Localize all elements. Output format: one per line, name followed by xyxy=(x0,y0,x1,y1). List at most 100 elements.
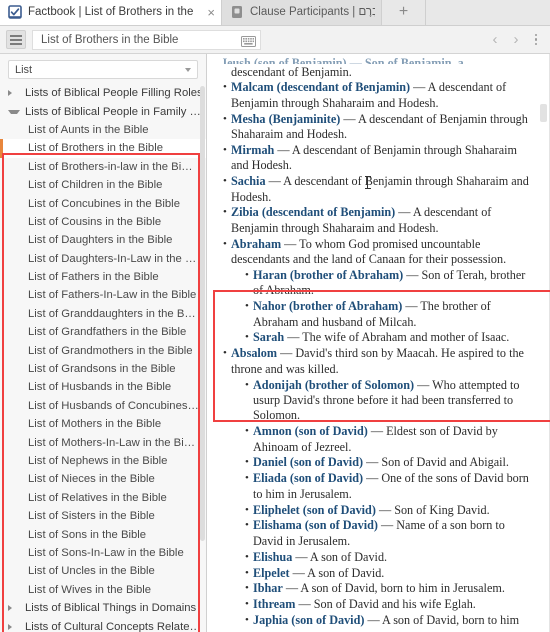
bullet-icon: • xyxy=(245,268,249,281)
sidebar-item-list-of-cousins-in-the-bible[interactable]: List of Cousins in the Bible xyxy=(0,213,206,231)
chevron-right-icon[interactable] xyxy=(8,623,20,630)
tree-toggle[interactable] xyxy=(8,605,20,612)
chevron-right-icon[interactable] xyxy=(8,90,20,97)
entry-link[interactable]: Nahor (brother of Abraham) xyxy=(253,299,402,313)
sidebar-item-list-of-fathers-in-the-bible[interactable]: List of Fathers in the Bible xyxy=(0,268,206,286)
sidebar-item-list-of-concubines-in-the-bible[interactable]: List of Concubines in the Bible xyxy=(0,194,206,212)
entry-text: Adonijah (brother of Solomon) — Who atte… xyxy=(253,378,534,424)
sidebar-item-list-of-children-in-the-bible[interactable]: List of Children in the Bible xyxy=(0,176,206,194)
address-input[interactable]: List of Brothers in the Bible xyxy=(41,34,241,46)
entry-link[interactable]: Adonijah (brother of Solomon) xyxy=(253,378,414,392)
sidebar-item-list-of-mothers-in-law-in-the-bi[interactable]: List of Mothers-In-Law in the Bi… xyxy=(0,433,206,451)
sidebar-item-label: List of Uncles in the Bible xyxy=(28,565,155,578)
entry-link[interactable]: Ibhar xyxy=(253,581,283,595)
hamburger-icon[interactable] xyxy=(6,30,26,49)
sidebar-item-list-of-aunts-in-the-bible[interactable]: List of Aunts in the Bible xyxy=(0,121,206,139)
sidebar-item-lists-of-biblical-things-in-domains[interactable]: Lists of Biblical Things in Domains xyxy=(0,599,206,617)
sidebar-item-label: List of Concubines in the Bible xyxy=(28,197,180,210)
entry-link[interactable]: Eliada (son of David) xyxy=(253,471,363,485)
sidebar-item-list-of-husbands-in-the-bible[interactable]: List of Husbands in the Bible xyxy=(0,378,206,396)
sidebar-item-list-of-husbands-of-concubines[interactable]: List of Husbands of Concubines… xyxy=(0,397,206,415)
entry-text: Eliada (son of David) — One of the sons … xyxy=(253,471,534,502)
entry-link[interactable]: Absalom xyxy=(231,346,277,360)
list-item: • Ithream — Son of David and his wife Egl… xyxy=(221,597,534,612)
tab-bar: Factbook | List of Brothers in the Bible… xyxy=(0,0,550,26)
more-vertical-icon[interactable] xyxy=(530,33,545,46)
list-type-dropdown[interactable]: List xyxy=(8,60,198,79)
sidebar-item-list-of-mothers-in-the-bible[interactable]: List of Mothers in the Bible xyxy=(0,415,206,433)
entry-link[interactable]: Japhia (son of David) xyxy=(253,613,364,627)
entry-link[interactable]: Sachia xyxy=(231,174,266,188)
entry-description: descendant of Benjamin. xyxy=(231,64,352,79)
entry-link[interactable]: Malcam (descendant of Benjamin) xyxy=(231,80,410,94)
entry-link[interactable]: Ithream xyxy=(253,597,295,611)
entry-link[interactable]: Sarah xyxy=(253,330,284,344)
list-item: • Absalom — David's third son by Maacah. … xyxy=(221,346,534,377)
entry-link[interactable]: Eliphelet (son of David) xyxy=(253,503,376,517)
sidebar-tree[interactable]: Lists of Biblical People Filling Roles Li… xyxy=(0,84,206,632)
sidebar-item-label: List of Granddaughters in the B… xyxy=(28,307,196,320)
tab-factbook[interactable]: Factbook | List of Brothers in the Bible… xyxy=(0,0,222,25)
sidebar-item-label: List of Sisters in the Bible xyxy=(28,510,155,523)
chevron-right-icon[interactable] xyxy=(8,605,20,612)
content-scrollbar[interactable] xyxy=(540,104,547,122)
content-pane[interactable]: Jeush (son of Benjamin) — Son of Benjami… xyxy=(207,54,550,632)
sidebar-item-label: List of Mothers in the Bible xyxy=(28,418,162,431)
main-body: List Lists of Biblical People Filling Ro… xyxy=(0,54,550,632)
sidebar-item-list-of-nieces-in-the-bible[interactable]: List of Nieces in the Bible xyxy=(0,470,206,488)
tree-toggle[interactable] xyxy=(8,109,20,114)
sidebar-item-list-of-uncles-in-the-bible[interactable]: List of Uncles in the Bible xyxy=(0,562,206,580)
entry-description: — A son of David. xyxy=(292,549,388,564)
entry-link[interactable]: Mesha (Benjaminite) xyxy=(231,112,340,126)
sidebar-item-list-of-fathers-in-law-in-the-bible[interactable]: List of Fathers-In-Law in the Bible xyxy=(0,286,206,304)
sidebar-item-label: List of Sons in the Bible xyxy=(28,528,147,541)
entry-description: — A descendant of Benjamin through Shaha… xyxy=(231,174,529,204)
list-item: • Zibia (descendant of Benjamin) — A desc… xyxy=(221,205,534,236)
list-item: • Daniel (son of David) — Son of David an… xyxy=(221,455,534,470)
entry-link[interactable]: Abraham xyxy=(231,237,281,251)
sidebar-item-list-of-relatives-in-the-bible[interactable]: List of Relatives in the Bible xyxy=(0,489,206,507)
entry-text: Japhia (son of David) — A son of David, … xyxy=(253,613,534,628)
sidebar-item-list-of-granddaughters-in-the-b[interactable]: List of Granddaughters in the B… xyxy=(0,305,206,323)
sidebar-item-list-of-grandfathers-in-the-bible[interactable]: List of Grandfathers in the Bible xyxy=(0,323,206,341)
sidebar-item-list-of-daughters-in-the-bible[interactable]: List of Daughters in the Bible xyxy=(0,231,206,249)
entry-link[interactable]: Amnon (son of David) xyxy=(253,424,368,438)
sidebar-item-list-of-sons-in-law-in-the-bible[interactable]: List of Sons-In-Law in the Bible xyxy=(0,544,206,562)
sidebar-item-label: List of Nephews in the Bible xyxy=(28,455,168,467)
chevron-down-icon[interactable] xyxy=(8,109,20,114)
sidebar-item-list-of-sisters-in-the-bible[interactable]: List of Sisters in the Bible xyxy=(0,507,206,525)
close-icon[interactable]: × xyxy=(207,6,215,19)
sidebar-item-lists-of-cultural-concepts-related[interactable]: Lists of Cultural Concepts Related… xyxy=(0,617,206,632)
sidebar-item-lists-of-biblical-people-filling-roles[interactable]: Lists of Biblical People Filling Roles xyxy=(0,84,206,102)
sidebar-item-list-of-grandmothers-in-the-bible[interactable]: List of Grandmothers in the Bible xyxy=(0,341,206,359)
entry-link[interactable]: Daniel (son of David) xyxy=(253,455,363,469)
continuation-indent xyxy=(223,65,231,80)
new-tab-button[interactable]: + xyxy=(382,0,426,25)
entry-link[interactable]: Elishama (son of David) xyxy=(253,518,378,532)
tab-clause-participants[interactable]: Clause Participants | אַבְרָם xyxy=(222,0,382,25)
address-bar[interactable]: List of Brothers in the Bible xyxy=(32,29,261,50)
sidebar-item-list-of-brothers-in-the-bible[interactable]: List of Brothers in the Bible xyxy=(0,139,206,158)
sidebar-item-list-of-brothers-in-law-in-the-bi[interactable]: List of Brothers-in-law in the Bi… xyxy=(0,158,206,176)
tree-toggle[interactable] xyxy=(8,623,20,630)
entry-link[interactable]: Elpelet xyxy=(253,566,290,580)
sidebar-item-label: List of Brothers-in-law in the Bi… xyxy=(28,160,193,173)
sidebar-item-lists-of-biblical-people-in-family[interactable]: Lists of Biblical People in Family … xyxy=(0,102,206,120)
list-item: • Elishama (son of David) — Name of a son… xyxy=(221,518,534,549)
forward-button[interactable]: › xyxy=(509,32,524,47)
sidebar-item-list-of-sons-in-the-bible[interactable]: List of Sons in the Bible xyxy=(0,525,206,543)
sidebar-item-list-of-wives-in-the-bible[interactable]: List of Wives in the Bible xyxy=(0,581,206,599)
bullet-icon: • xyxy=(223,143,227,156)
back-button[interactable]: ‹ xyxy=(488,32,503,47)
sidebar-item-list-of-grandsons-in-the-bible[interactable]: List of Grandsons in the Bible xyxy=(0,360,206,378)
sidebar-scrollbar[interactable] xyxy=(200,86,205,541)
entry-link[interactable]: Elishua xyxy=(253,550,292,564)
keyboard-icon[interactable] xyxy=(240,34,256,47)
tree-toggle[interactable] xyxy=(8,90,20,97)
entry-link[interactable]: Zibia (descendant of Benjamin) xyxy=(231,205,395,219)
entry-link[interactable]: Haran (brother of Abraham) xyxy=(253,268,403,282)
entry-description: — A son of David, born to him in Jerusal… xyxy=(282,581,505,596)
sidebar-item-list-of-daughters-in-law-in-the[interactable]: List of Daughters-In-Law in the … xyxy=(0,250,206,268)
entry-link[interactable]: Mirmah xyxy=(231,143,274,157)
sidebar-item-list-of-nephews-in-the-bible[interactable]: List of Nephews in the Bible xyxy=(0,452,206,470)
